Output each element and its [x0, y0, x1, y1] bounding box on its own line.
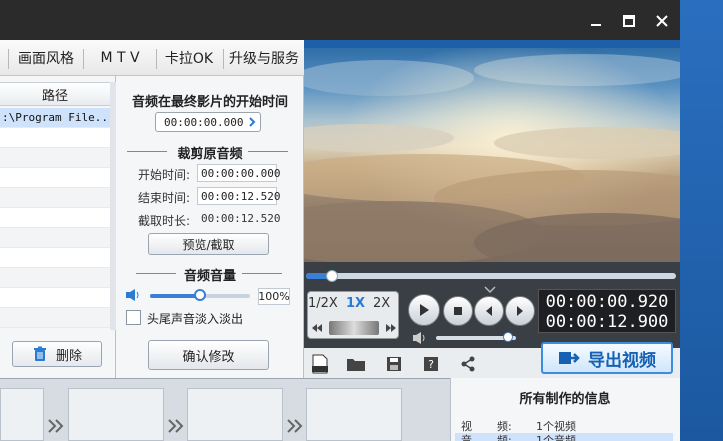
player-volume-knob[interactable]: [503, 332, 513, 342]
section-divider: [248, 151, 288, 152]
video-preview[interactable]: [304, 48, 680, 262]
rewind-small-icon: [312, 324, 322, 332]
player-volume-icon[interactable]: [412, 331, 428, 345]
list-column-header[interactable]: 路径: [0, 82, 110, 106]
list-item-empty[interactable]: [0, 268, 110, 288]
desktop-background: [680, 0, 723, 441]
storyboard-slot[interactable]: [306, 388, 402, 441]
list-item-empty[interactable]: [0, 228, 110, 248]
help-icon[interactable]: ?: [420, 353, 442, 375]
end-time-label: 结束时间:: [138, 191, 191, 205]
volume-slider-knob[interactable]: [194, 289, 206, 301]
list-item-empty[interactable]: [0, 288, 110, 308]
storyboard-slot[interactable]: [68, 388, 164, 441]
delete-label: 删除: [55, 348, 82, 364]
jog-wheel[interactable]: [312, 320, 396, 336]
maximize-button[interactable]: [616, 8, 642, 34]
cloud-scene-image: [304, 48, 680, 262]
start-time-field[interactable]: 00:00:00.000: [197, 164, 280, 182]
list-item-empty[interactable]: [0, 208, 110, 228]
speed-half[interactable]: 1/2X: [308, 296, 338, 311]
export-label: 导出视频: [588, 350, 656, 371]
audio-count-label-2: 频:: [497, 434, 512, 441]
trash-icon: [33, 346, 46, 361]
speed-double[interactable]: 2X: [373, 296, 390, 311]
start-in-movie-title: 音频在最终影片的开始时间: [131, 95, 288, 110]
playback-progress-track[interactable]: [306, 273, 676, 279]
tab-picture-style[interactable]: 画面风格: [12, 40, 80, 76]
title-bar: [0, 0, 680, 40]
export-video-button[interactable]: 导出视频: [541, 342, 673, 374]
menu-separator: [223, 49, 224, 69]
trim-audio-title: 裁剪原音频: [177, 147, 243, 162]
chevron-right-icon: [249, 117, 256, 127]
forward-small-icon: [386, 324, 396, 332]
audio-count-value: 1个音频: [536, 434, 576, 441]
end-time-field[interactable]: 00:00:12.520: [197, 187, 280, 205]
current-time: 00:00:00.920: [545, 292, 669, 312]
close-icon: [656, 15, 668, 27]
stop-button[interactable]: [443, 296, 473, 326]
confirm-changes-button[interactable]: 确认修改: [148, 340, 269, 370]
chevron-down-icon[interactable]: [484, 283, 496, 294]
save-icon[interactable]: [383, 353, 405, 375]
menu-separator: [156, 49, 157, 69]
play-icon: [420, 304, 429, 316]
close-button[interactable]: [649, 8, 675, 34]
list-item-empty[interactable]: [0, 168, 110, 188]
list-item-empty[interactable]: [0, 308, 110, 328]
storyboard-arrow-icon: [168, 418, 184, 437]
storyboard-arrow-icon: [287, 418, 303, 437]
preview-trim-button[interactable]: 预览/截取: [148, 233, 269, 255]
previous-icon: [486, 306, 492, 316]
duration-label: 截取时长:: [138, 214, 191, 228]
list-item-empty[interactable]: [0, 248, 110, 268]
new-project-icon[interactable]: [309, 353, 331, 375]
playback-progress-knob[interactable]: [325, 270, 338, 282]
previous-frame-button[interactable]: [474, 296, 504, 326]
menu-separator: [8, 49, 9, 69]
next-icon: [517, 306, 523, 316]
list-item[interactable]: :\Program File...: [0, 108, 110, 128]
start-in-movie-value: 00:00:00.000: [164, 115, 244, 129]
maximize-icon: [623, 15, 635, 27]
minimize-button[interactable]: [583, 8, 609, 34]
fade-checkbox[interactable]: [126, 310, 141, 325]
export-icon: [559, 352, 580, 364]
fade-label: 头尾声音淡入淡出: [147, 312, 244, 326]
volume-value[interactable]: 100%: [258, 288, 290, 305]
svg-text:?: ?: [428, 358, 434, 371]
audio-volume-title: 音频音量: [183, 269, 236, 284]
volume-slider-fill: [150, 294, 200, 298]
storyboard-arrow-icon: [48, 418, 64, 437]
start-time-label: 开始时间:: [138, 168, 191, 182]
audio-count-label: 音: [461, 434, 472, 441]
tab-mtv[interactable]: M T V: [86, 40, 154, 76]
timecode-display: 00:00:00.920 00:00:12.900: [538, 289, 676, 333]
play-button[interactable]: [408, 294, 440, 326]
storyboard-slot[interactable]: [187, 388, 283, 441]
summary-title: 所有制作的信息: [519, 392, 611, 407]
storyboard-slot[interactable]: [0, 388, 44, 441]
next-frame-button[interactable]: [505, 296, 535, 326]
duration-value: 00:00:12.520: [201, 212, 281, 225]
stop-icon: [454, 307, 462, 315]
tab-karaoke[interactable]: 卡拉OK: [158, 40, 220, 76]
open-folder-icon[interactable]: [345, 353, 367, 375]
list-item-empty[interactable]: [0, 148, 110, 168]
list-item-empty[interactable]: [0, 188, 110, 208]
minimize-icon: [591, 24, 601, 26]
speaker-icon: [125, 288, 143, 302]
list-item-empty[interactable]: [0, 128, 110, 148]
tab-upgrade-service[interactable]: 升级与服务: [226, 40, 302, 76]
delete-button[interactable]: 删除: [12, 341, 102, 367]
start-in-movie-field[interactable]: 00:00:00.000: [155, 112, 261, 132]
menu-separator: [83, 49, 84, 69]
section-divider: [242, 273, 282, 274]
jog-shuttle[interactable]: [329, 321, 379, 335]
speed-normal[interactable]: 1X: [346, 296, 365, 311]
share-icon[interactable]: [457, 353, 479, 375]
total-time: 00:00:12.900: [545, 312, 669, 332]
